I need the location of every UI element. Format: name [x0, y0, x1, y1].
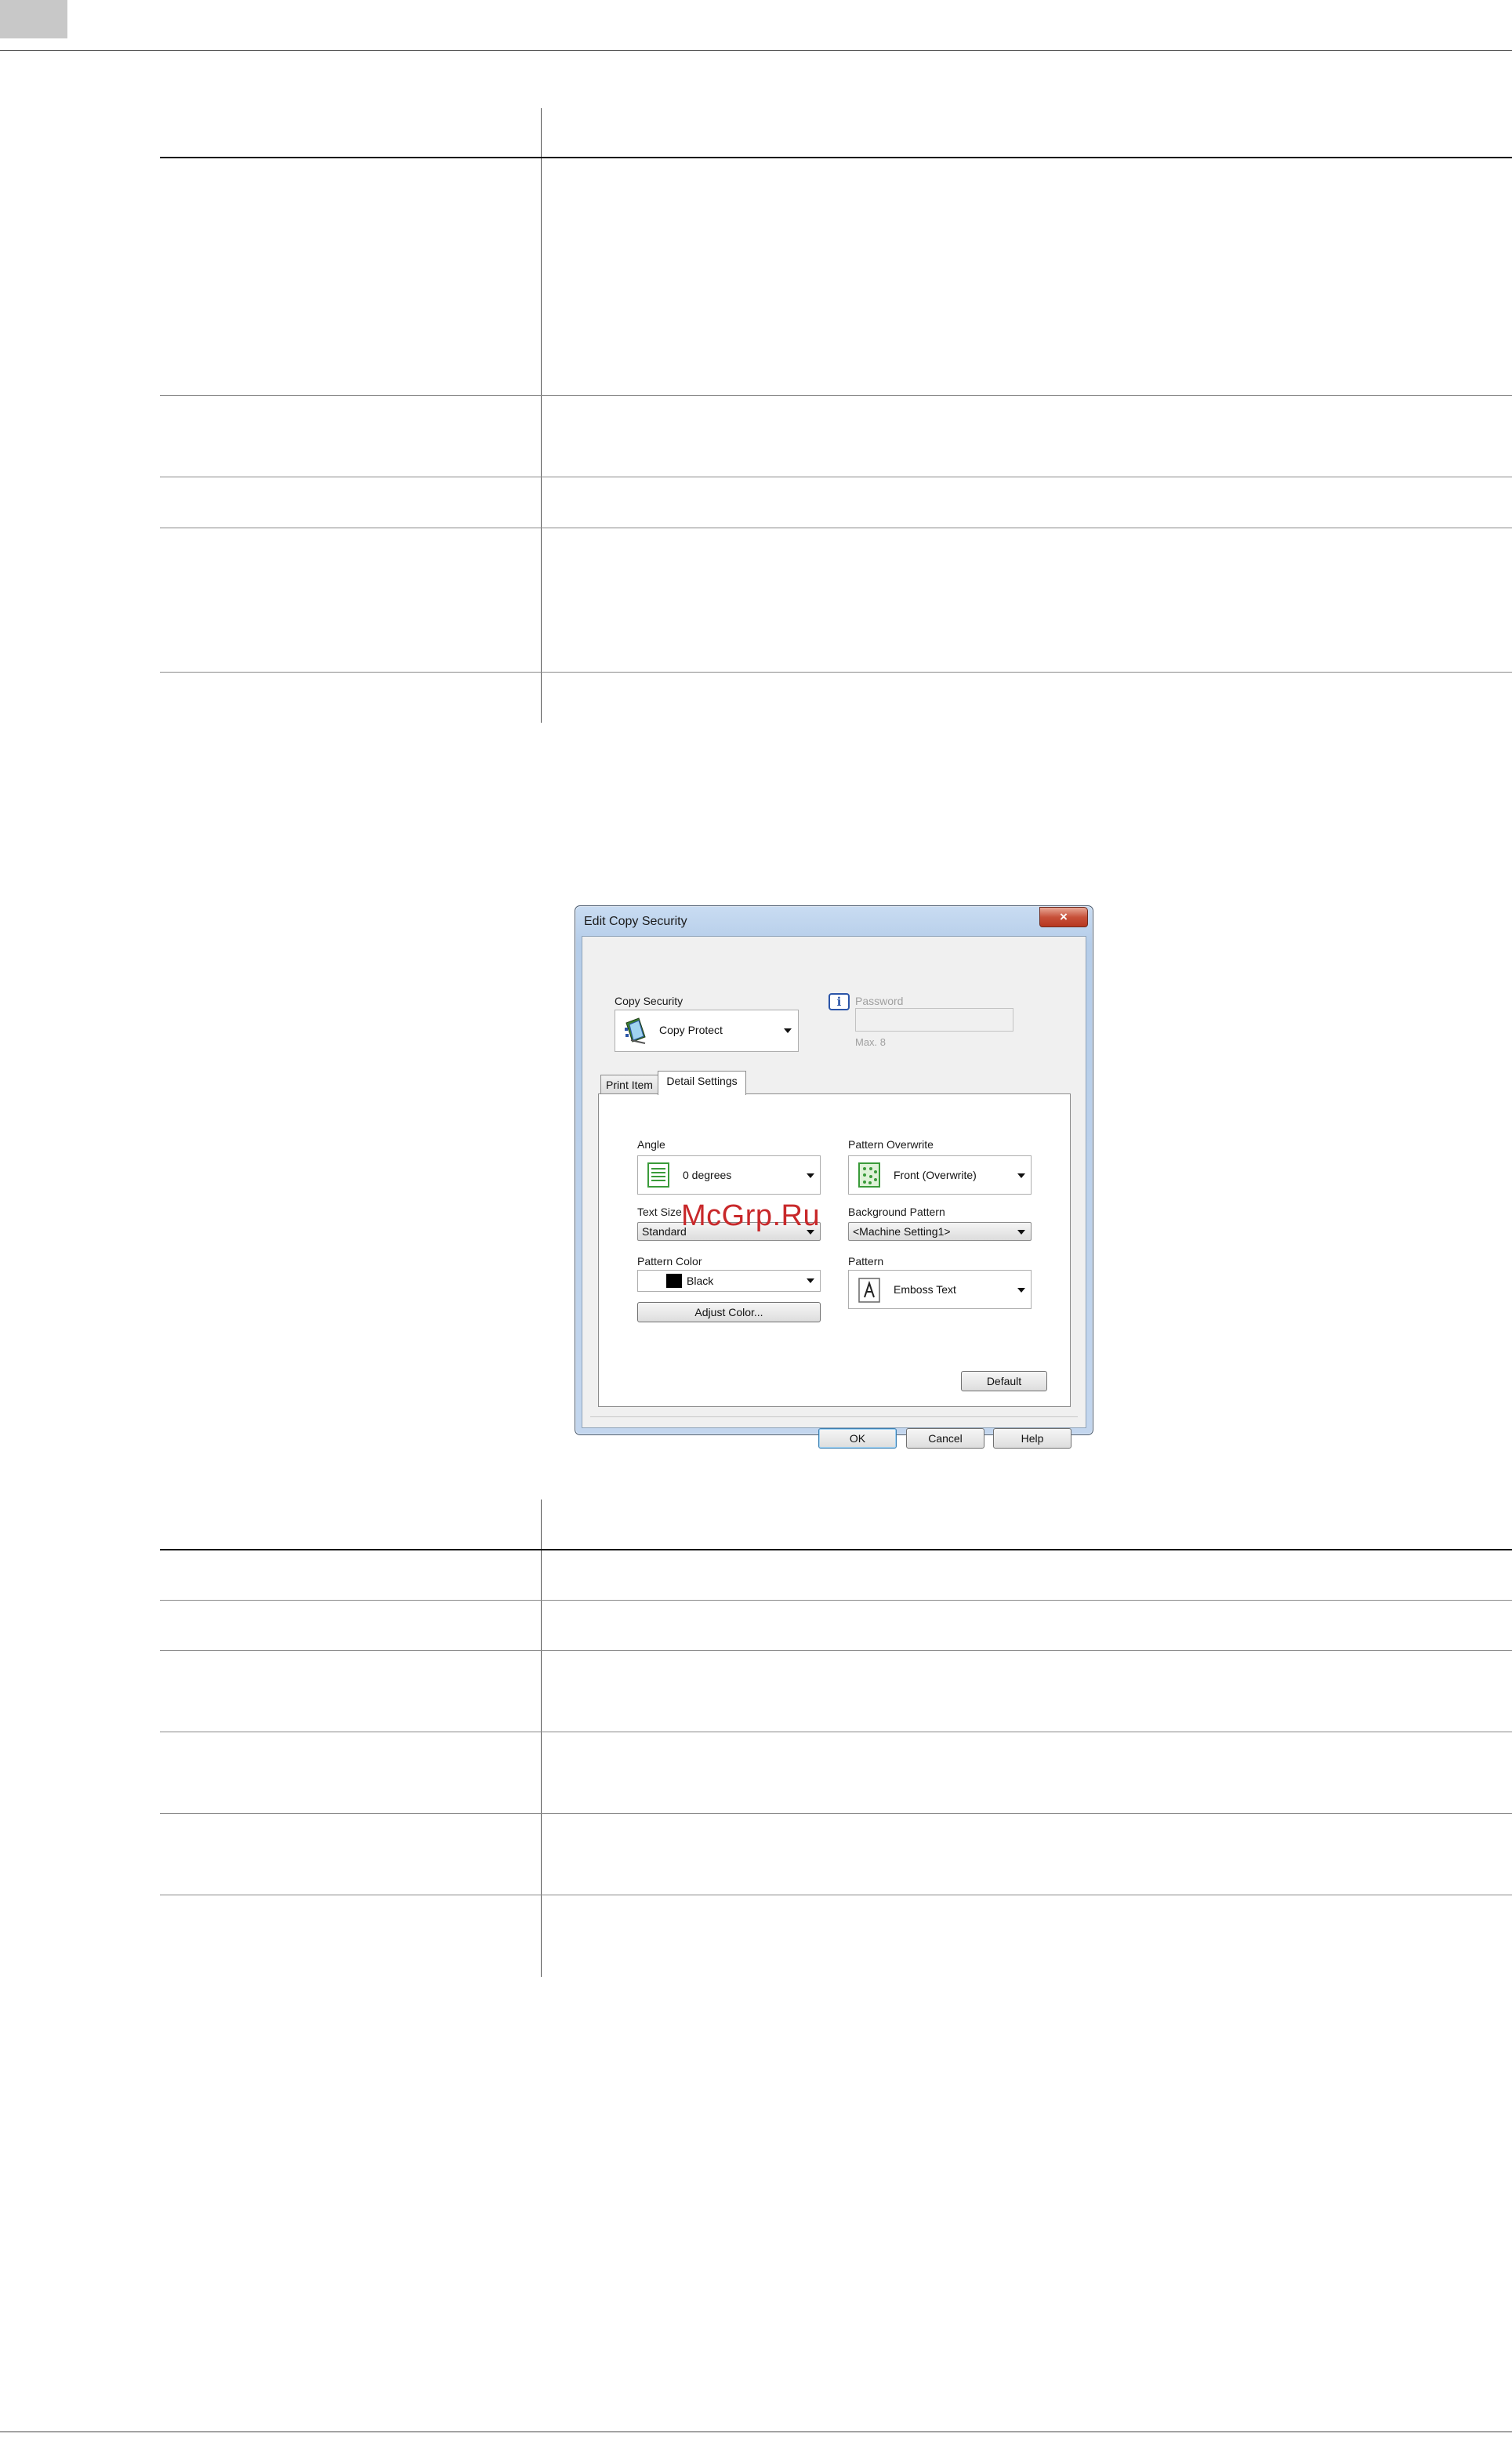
table-2-column-divider: [541, 1500, 542, 1977]
pattern-overwrite-value: Front (Overwrite): [894, 1169, 977, 1181]
dialog-title: Edit Copy Security: [584, 915, 687, 928]
copy-security-value: Copy Protect: [659, 1024, 723, 1036]
chevron-down-icon: [784, 1028, 792, 1033]
pattern-color-select[interactable]: Black: [637, 1270, 821, 1292]
copy-security-select[interactable]: Copy Protect: [615, 1010, 799, 1052]
table-1-header-rule: [160, 157, 1512, 158]
ok-button[interactable]: OK: [818, 1428, 897, 1449]
pattern-value: Emboss Text: [894, 1283, 956, 1296]
angle-icon: [647, 1162, 669, 1190]
angle-select[interactable]: 0 degrees: [637, 1155, 821, 1195]
info-icon[interactable]: i: [829, 993, 850, 1010]
copy-security-label: Copy Security: [615, 995, 683, 1007]
color-swatch: [666, 1274, 682, 1288]
table-2-row-rule: [160, 1650, 1512, 1651]
table-1-row-rule: [160, 395, 1512, 396]
background-pattern-label: Background Pattern: [848, 1206, 945, 1218]
emboss-text-icon: [858, 1278, 880, 1305]
cancel-button[interactable]: Cancel: [906, 1428, 984, 1449]
text-size-value: Standard: [642, 1225, 687, 1238]
pattern-overwrite-label: Pattern Overwrite: [848, 1138, 934, 1151]
page-corner-tab: [0, 0, 67, 38]
text-size-label: Text Size: [637, 1206, 682, 1218]
table-2-row-rule: [160, 1600, 1512, 1601]
table-1-row-rule: [160, 672, 1512, 673]
angle-label: Angle: [637, 1138, 665, 1151]
pattern-select[interactable]: Emboss Text: [848, 1270, 1032, 1309]
edit-copy-security-dialog: Edit Copy Security × Copy Security Copy …: [575, 905, 1093, 1449]
background-pattern-select[interactable]: <Machine Setting1>: [848, 1222, 1032, 1241]
password-label: Password: [855, 995, 904, 1007]
close-button[interactable]: ×: [1039, 907, 1088, 927]
chevron-down-icon: [1017, 1288, 1025, 1293]
help-button[interactable]: Help: [993, 1428, 1071, 1449]
pattern-label: Pattern: [848, 1255, 884, 1267]
pattern-overwrite-icon: [858, 1162, 880, 1190]
table-2-header-rule: [160, 1549, 1512, 1550]
table-2-row-rule: [160, 1813, 1512, 1814]
header-rule: [0, 50, 1512, 51]
chevron-down-icon: [1017, 1173, 1025, 1178]
pattern-overwrite-select[interactable]: Front (Overwrite): [848, 1155, 1032, 1195]
pattern-color-value: Black: [687, 1275, 714, 1287]
dialog-body: Copy Security Copy Protect i Password Ma…: [582, 936, 1086, 1449]
default-button[interactable]: Default: [961, 1371, 1047, 1391]
tab-detail-settings[interactable]: Detail Settings: [658, 1071, 746, 1095]
watermark-text: McGrp.Ru: [681, 1199, 821, 1232]
password-hint: Max. 8: [855, 1036, 887, 1048]
copy-protect-icon: [622, 1017, 650, 1047]
chevron-down-icon: [807, 1278, 814, 1283]
chevron-down-icon: [1017, 1230, 1025, 1235]
angle-value: 0 degrees: [683, 1169, 732, 1181]
chevron-down-icon: [807, 1173, 814, 1178]
background-pattern-value: <Machine Setting1>: [853, 1225, 951, 1238]
adjust-color-button[interactable]: Adjust Color...: [637, 1302, 821, 1322]
pattern-color-label: Pattern Color: [637, 1255, 702, 1267]
detail-settings-panel: Angle 0 degrees Text Size Standard Patte…: [598, 1093, 1071, 1407]
button-separator: [590, 1416, 1078, 1417]
table-1-column-divider: [541, 108, 542, 723]
password-field: [855, 1008, 1013, 1032]
tab-print-item[interactable]: Print Item: [600, 1075, 658, 1095]
